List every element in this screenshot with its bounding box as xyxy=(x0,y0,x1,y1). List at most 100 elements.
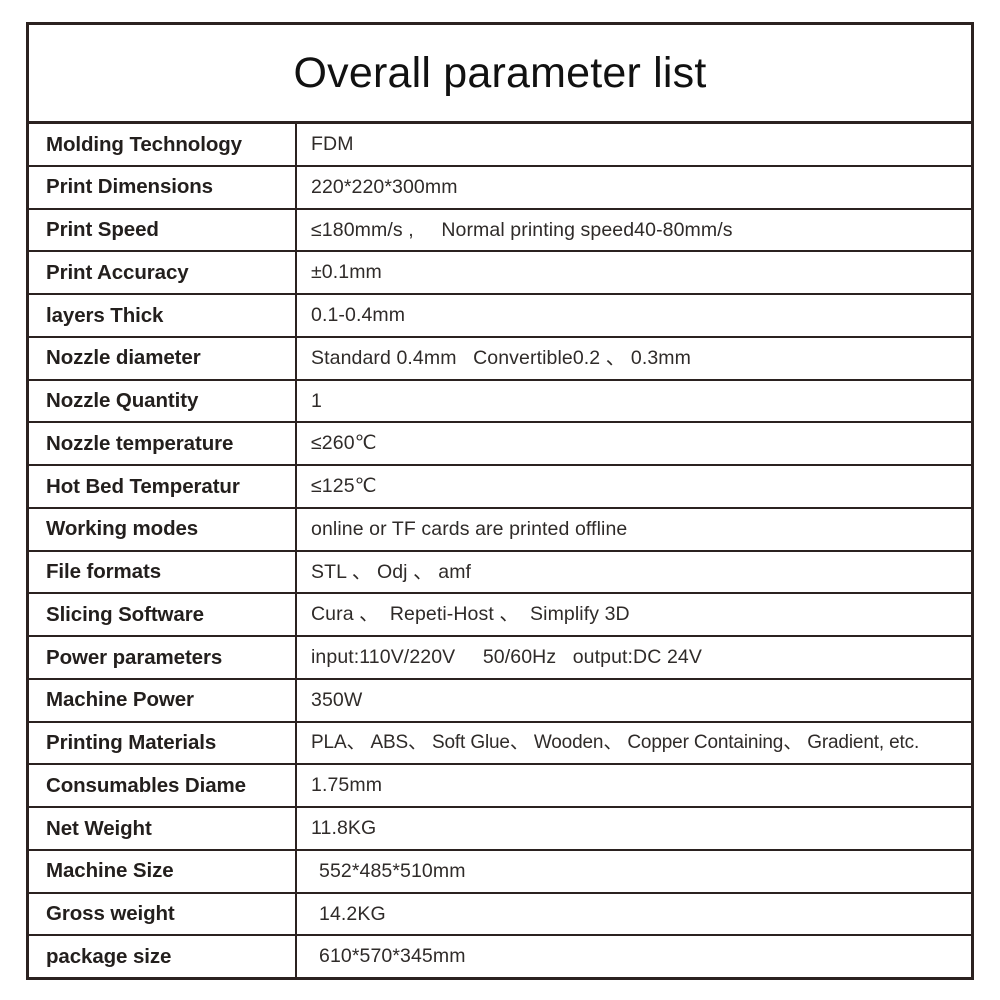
row-value-cell: ≤125℃ xyxy=(297,466,971,507)
row-label: Slicing Software xyxy=(46,602,204,626)
row-value-cell: FDM xyxy=(297,124,971,165)
row-label-cell: Machine Size xyxy=(29,850,297,892)
table-row: Nozzle diameter Standard 0.4mm Convertibl… xyxy=(29,337,971,381)
row-label-cell: Molding Technology xyxy=(29,124,297,165)
row-value-cell: Cura 、 Repeti-Host 、 Simplify 3D xyxy=(297,594,971,635)
row-value-cell: 0.1-0.4mm xyxy=(297,295,971,336)
row-label: Print Accuracy xyxy=(46,260,189,284)
row-value: 0.1-0.4mm xyxy=(311,304,406,327)
row-value: ±0.1mm xyxy=(311,261,382,284)
row-label: package size xyxy=(46,944,172,968)
row-label-cell: Print Speed xyxy=(29,209,297,251)
table-row: Print Speed ≤180mm/s , Normal printing sp… xyxy=(29,209,971,253)
row-value: 350W xyxy=(311,688,363,711)
row-label-cell: Print Dimensions xyxy=(29,166,297,208)
row-value: online or TF cards are printed offline xyxy=(311,517,628,540)
table-row: Consumables Diame 1.75mm xyxy=(29,765,971,808)
row-value: PLA、 ABS、 Soft Glue、 Wooden、 Copper Cont… xyxy=(311,731,920,753)
table-row: Gross weight 14.2KG xyxy=(29,893,971,937)
row-label-cell: Consumables Diame xyxy=(29,765,297,806)
row-label-cell: package size xyxy=(29,936,297,977)
table-row: Slicing Software Cura 、 Repeti-Host 、 Sim… xyxy=(29,594,971,637)
row-label-cell: Hot Bed Temperatur xyxy=(29,466,297,507)
row-value: ≤260℃ xyxy=(311,432,377,455)
row-label-cell: Slicing Software xyxy=(29,594,297,635)
row-value-cell: 1.75mm xyxy=(297,765,971,806)
row-value-cell: 610*570*345mm xyxy=(297,936,971,977)
row-label-cell: layers Thick xyxy=(29,295,297,336)
row-label-cell: Net Weight xyxy=(29,808,297,849)
row-value: 1 xyxy=(311,389,322,412)
row-value-cell: online or TF cards are printed offline xyxy=(297,509,971,550)
row-value-cell: Standard 0.4mm Convertible0.2 、 0.3mm xyxy=(297,338,971,379)
row-label: Hot Bed Temperatur xyxy=(46,474,240,498)
row-value: 552*485*510mm xyxy=(319,859,466,882)
row-value-cell: 552*485*510mm xyxy=(297,851,971,892)
row-value-cell: 11.8KG xyxy=(297,808,971,849)
table-row: Hot Bed Temperatur ≤125℃ xyxy=(29,466,971,509)
row-value: Cura 、 Repeti-Host 、 Simplify 3D xyxy=(311,603,630,626)
row-value-cell: 1 xyxy=(297,381,971,422)
row-label: Nozzle diameter xyxy=(46,346,201,370)
row-value-cell: 350W xyxy=(297,680,971,721)
row-value: STL 、 Odj 、 amf xyxy=(311,560,472,583)
row-label-cell: Nozzle Quantity xyxy=(29,380,297,422)
row-label-cell: File formats xyxy=(29,551,297,593)
row-label: Consumables Diame xyxy=(46,773,246,797)
row-value: input:110V/220V 50/60Hz output:DC 24V xyxy=(311,646,702,669)
row-label: Machine Size xyxy=(46,859,174,883)
row-value: Standard 0.4mm Convertible0.2 、 0.3mm xyxy=(311,346,691,369)
row-label: Nozzle Quantity xyxy=(46,389,199,413)
table-row: package size 610*570*345mm xyxy=(29,936,971,977)
table-row: Working modes online or TF cards are prin… xyxy=(29,508,971,552)
row-value: 14.2KG xyxy=(319,902,386,925)
row-label-cell: Power parameters xyxy=(29,637,297,678)
table-row: layers Thick 0.1-0.4mm xyxy=(29,295,971,338)
row-label: Working modes xyxy=(46,517,199,541)
row-value-cell: ±0.1mm xyxy=(297,252,971,293)
overall-parameter-table: Overall parameter list Molding Technolog… xyxy=(26,22,974,980)
table-row: Nozzle temperature ≤260℃ xyxy=(29,423,971,466)
row-label-cell: Printing Materials xyxy=(29,722,297,764)
row-value-cell: 220*220*300mm xyxy=(297,167,971,208)
row-value-cell: 14.2KG xyxy=(297,894,971,935)
row-label-cell: Gross weight xyxy=(29,893,297,935)
table-row: File formats STL 、 Odj 、 amf xyxy=(29,551,971,595)
row-value: 1.75mm xyxy=(311,774,383,797)
row-label: Machine Power xyxy=(46,688,194,712)
table-row: Machine Power 350W xyxy=(29,679,971,723)
row-value-cell: ≤180mm/s , Normal printing speed40-80mm/… xyxy=(297,210,971,251)
table-row: Nozzle Quantity 1 xyxy=(29,380,971,424)
row-label: Printing Materials xyxy=(46,731,217,755)
row-label: Nozzle temperature xyxy=(46,431,234,455)
row-value-cell: ≤260℃ xyxy=(297,423,971,464)
table-row: Printing Materials PLA、 ABS、 Soft Glue、 W… xyxy=(29,722,971,766)
row-label: Print Dimensions xyxy=(46,175,213,199)
row-value-cell: STL 、 Odj 、 amf xyxy=(297,552,971,593)
table-row: Print Accuracy ±0.1mm xyxy=(29,252,971,295)
table-row: Molding Technology FDM xyxy=(29,124,971,167)
row-label-cell: Machine Power xyxy=(29,679,297,721)
row-label: Power parameters xyxy=(46,645,223,669)
row-value-cell: PLA、 ABS、 Soft Glue、 Wooden、 Copper Cont… xyxy=(297,723,971,764)
row-value: 220*220*300mm xyxy=(311,175,458,198)
table-title-row: Overall parameter list xyxy=(29,25,971,124)
row-label: Gross weight xyxy=(46,902,175,926)
row-label: Print Speed xyxy=(46,218,159,242)
row-label: Net Weight xyxy=(46,816,152,840)
row-label-cell: Working modes xyxy=(29,508,297,550)
row-label: layers Thick xyxy=(46,303,164,327)
row-value: ≤180mm/s , Normal printing speed40-80mm/… xyxy=(311,218,733,241)
row-label-cell: Nozzle diameter xyxy=(29,337,297,379)
spec-sheet-page: Overall parameter list Molding Technolog… xyxy=(0,0,1000,1000)
row-label-cell: Nozzle temperature xyxy=(29,423,297,464)
row-value: FDM xyxy=(311,133,354,156)
table-row: Machine Size 552*485*510mm xyxy=(29,850,971,894)
row-value: 610*570*345mm xyxy=(319,945,466,968)
row-label: Molding Technology xyxy=(46,132,242,156)
table-row: Print Dimensions 220*220*300mm xyxy=(29,166,971,210)
table-row: Power parameters input:110V/220V 50/60Hz … xyxy=(29,637,971,680)
row-value-cell: input:110V/220V 50/60Hz output:DC 24V xyxy=(297,637,971,678)
table-row: Net Weight 11.8KG xyxy=(29,808,971,851)
row-label-cell: Print Accuracy xyxy=(29,252,297,293)
